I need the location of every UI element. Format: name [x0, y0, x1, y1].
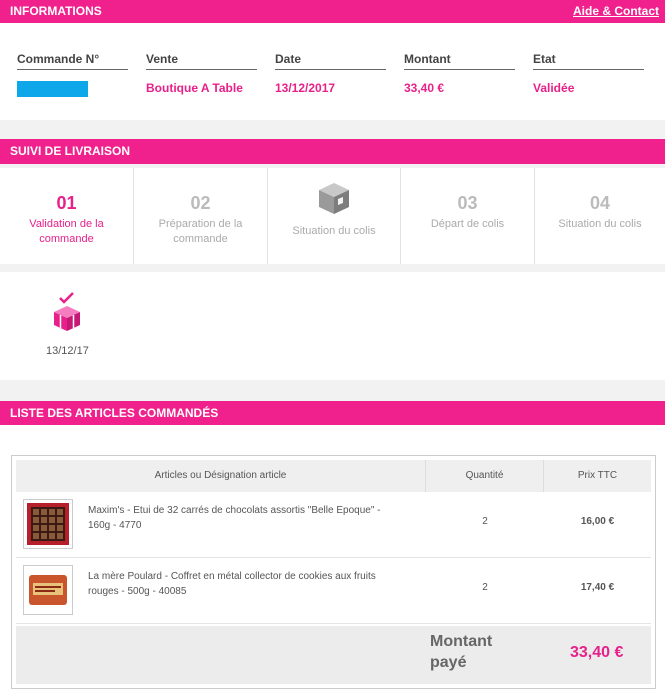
package-icon [316, 180, 352, 216]
step-label: Validation de la commande [29, 218, 104, 245]
total-row: Montant payé 33,40 € [16, 626, 651, 684]
event-date: 13/12/17 [46, 345, 89, 357]
step-departure: 03 Départ de colis [401, 168, 535, 264]
gift-box-check-icon [51, 292, 83, 332]
step-validation: 01 Validation de la commande [0, 168, 134, 264]
article-price: 16,00 € [580, 516, 615, 527]
tracking-events-panel: 13/12/17 [0, 272, 665, 380]
tracking-section-title: SUIVI DE LIVRAISON [10, 144, 131, 158]
step-number: 03 [457, 193, 478, 213]
status-header: Etat [533, 52, 644, 70]
article-price: 17,40 € [580, 582, 615, 593]
amount-column: Montant 33,40 € [404, 52, 515, 95]
article-quantity: 2 [482, 516, 488, 527]
status-column: Etat Validée [533, 52, 644, 95]
step-label: Situation du colis [558, 218, 642, 230]
step-parcel-location: 04 Situation du colis [535, 168, 665, 264]
step-number: 02 [190, 193, 211, 213]
articles-header-bar: LISTE DES ARTICLES COMMANDÉS [0, 401, 665, 425]
info-header-bar: INFORMATIONS Aide & Contact [0, 0, 665, 23]
product-image-chocolates[interactable] [23, 499, 73, 549]
date-value: 13/12/2017 [275, 81, 336, 95]
articles-table: Articles ou Désignation article Quantité… [11, 455, 656, 689]
info-panel: Commande N° Vente Boutique A Table Date … [0, 23, 665, 120]
table-header: Articles ou Désignation article Quantité… [16, 460, 651, 492]
order-number-column: Commande N° [17, 52, 128, 97]
tracking-header-bar: SUIVI DE LIVRAISON [0, 139, 665, 164]
total-label: Montant payé [430, 633, 493, 671]
sale-value: Boutique A Table [146, 81, 243, 95]
amount-header: Montant [404, 52, 515, 70]
order-number-value [17, 81, 128, 97]
step-label: Départ de colis [430, 218, 505, 230]
tracking-steps-panel: 01 Validation de la commande 02 Préparat… [0, 168, 665, 264]
step-number: 04 [589, 193, 611, 213]
col-article: Articles ou Désignation article [16, 460, 426, 492]
article-quantity: 2 [482, 582, 488, 593]
help-contact-link[interactable]: Aide & Contact [573, 0, 659, 23]
total-amount: 33,40 € [570, 644, 624, 661]
date-column: Date 13/12/2017 [275, 52, 386, 95]
step-parcel-status: Situation du colis [268, 168, 401, 264]
step-label: Préparation de la commande [158, 218, 243, 245]
table-row: Maxim's - Etui de 32 carrés de chocolats… [16, 492, 651, 558]
article-description: Maxim's - Etui de 32 carrés de chocolats… [88, 505, 381, 531]
step-label: Situation du colis [292, 225, 376, 237]
product-image-cookies[interactable] [23, 565, 73, 615]
sale-header: Vente [146, 52, 257, 70]
col-quantity: Quantité [426, 460, 544, 492]
date-header: Date [275, 52, 386, 70]
info-section-title: INFORMATIONS [10, 4, 102, 18]
table-row: La mère Poulard - Coffret en métal colle… [16, 558, 651, 624]
article-description: La mère Poulard - Coffret en métal colle… [88, 571, 376, 597]
redacted-order-number [17, 81, 88, 97]
col-price: Prix TTC [577, 470, 618, 481]
sale-column: Vente Boutique A Table [146, 52, 257, 95]
order-number-header: Commande N° [17, 52, 128, 70]
amount-value: 33,40 € [404, 81, 445, 95]
step-number: 01 [56, 193, 77, 213]
articles-section-title: LISTE DES ARTICLES COMMANDÉS [10, 406, 219, 420]
step-preparation: 02 Préparation de la commande [134, 168, 268, 264]
status-value: Validée [533, 81, 575, 95]
